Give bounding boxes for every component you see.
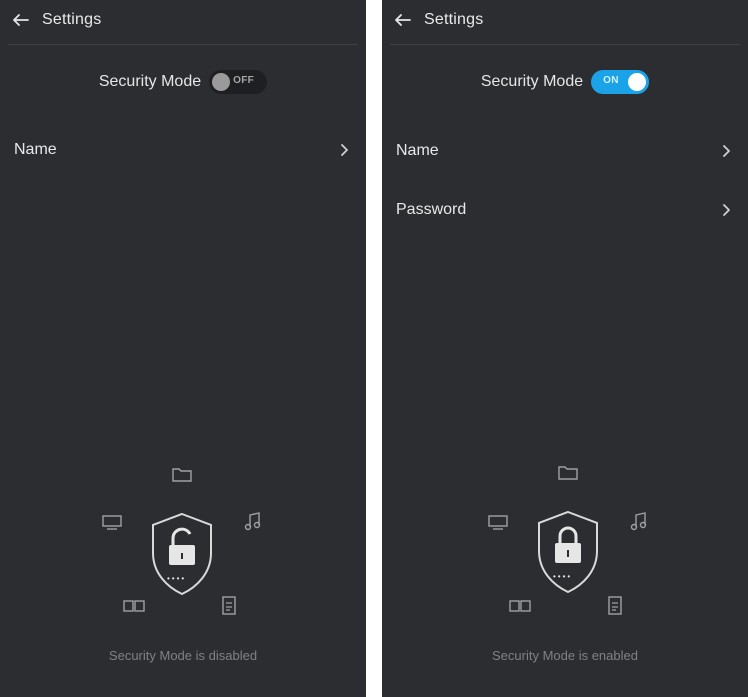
page-title: Settings — [42, 11, 102, 28]
document-icon — [607, 596, 623, 621]
music-note-icon — [243, 512, 261, 537]
top-bar: Settings — [392, 6, 483, 34]
folder-icon — [172, 466, 192, 487]
top-bar: Settings — [10, 6, 101, 34]
password-dots: •••• — [167, 574, 187, 583]
arrow-left-icon[interactable] — [392, 9, 414, 31]
password-dots: •••• — [553, 572, 573, 581]
status-text: Security Mode is enabled — [492, 648, 638, 663]
security-illustration: •••• — [83, 456, 283, 616]
music-note-icon — [629, 512, 647, 537]
settings-screen-left: Settings Security Mode OFF Name •••• Sec… — [0, 0, 366, 697]
security-mode-toggle[interactable]: OFF — [209, 70, 268, 94]
status-text: Security Mode is disabled — [108, 648, 258, 663]
page-title: Settings — [424, 11, 484, 28]
toggle-knob — [212, 73, 231, 91]
header-divider — [8, 44, 358, 45]
security-illustration: •••• — [465, 456, 665, 616]
header-divider — [390, 44, 740, 45]
arrow-left-icon[interactable] — [10, 9, 32, 31]
unlocked-shield-icon — [147, 511, 217, 602]
locked-shield-icon — [533, 509, 603, 600]
menu-item-name[interactable]: Name — [14, 135, 352, 165]
security-mode-toggle[interactable]: ON — [591, 70, 650, 94]
menu-item-password[interactable]: Password — [396, 195, 734, 225]
menu-item-name[interactable]: Name — [396, 136, 734, 166]
security-mode-label: Security Mode — [480, 73, 584, 90]
security-mode-row: Security Mode ON — [382, 70, 748, 94]
menu-item-label: Name — [396, 142, 439, 159]
monitor-icon — [101, 514, 123, 535]
monitor-icon — [487, 514, 509, 535]
toggle-knob — [628, 73, 647, 91]
chevron-right-icon — [720, 144, 734, 158]
folder-icon — [558, 464, 578, 485]
security-mode-row: Security Mode OFF — [0, 70, 366, 94]
video-icon — [123, 599, 145, 618]
chevron-right-icon — [720, 203, 734, 217]
menu-item-label: Password — [396, 201, 467, 218]
security-mode-label: Security Mode — [98, 73, 202, 90]
toggle-state-text: ON — [603, 75, 619, 86]
document-icon — [221, 596, 237, 621]
chevron-right-icon — [338, 143, 352, 157]
menu-item-label: Name — [14, 141, 57, 158]
video-icon — [509, 599, 531, 618]
toggle-state-text: OFF — [233, 75, 255, 86]
settings-screen-right: Settings Security Mode ON Name Password — [382, 0, 748, 697]
